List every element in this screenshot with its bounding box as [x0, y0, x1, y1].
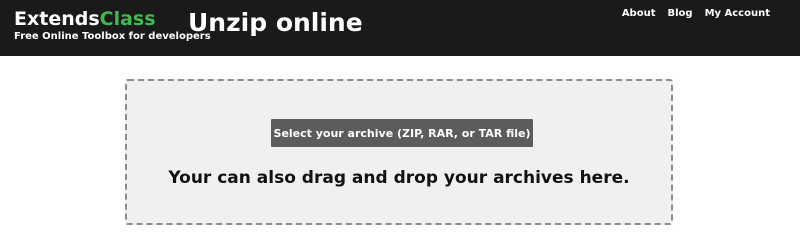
logo-wordmark: ExtendsClass	[14, 8, 211, 30]
select-archive-button[interactable]: Select your archive (ZIP, RAR, or TAR fi…	[271, 119, 533, 147]
site-logo[interactable]: ExtendsClass Free Online Toolbox for dev…	[14, 8, 211, 43]
archive-dropzone[interactable]: Select your archive (ZIP, RAR, or TAR fi…	[125, 79, 673, 225]
drag-drop-hint: Your can also drag and drop your archive…	[168, 168, 630, 188]
logo-accent: Class	[99, 8, 156, 30]
top-navigation: About Blog My Account	[622, 8, 770, 20]
page-title: Unzip online	[188, 8, 363, 37]
logo-tagline: Free Online Toolbox for developers	[14, 31, 211, 42]
logo-prefix: Extends	[14, 8, 100, 30]
nav-link-my-account[interactable]: My Account	[705, 8, 770, 20]
site-header: ExtendsClass Free Online Toolbox for dev…	[0, 0, 800, 56]
nav-link-about[interactable]: About	[622, 8, 656, 20]
nav-link-blog[interactable]: Blog	[667, 8, 692, 20]
